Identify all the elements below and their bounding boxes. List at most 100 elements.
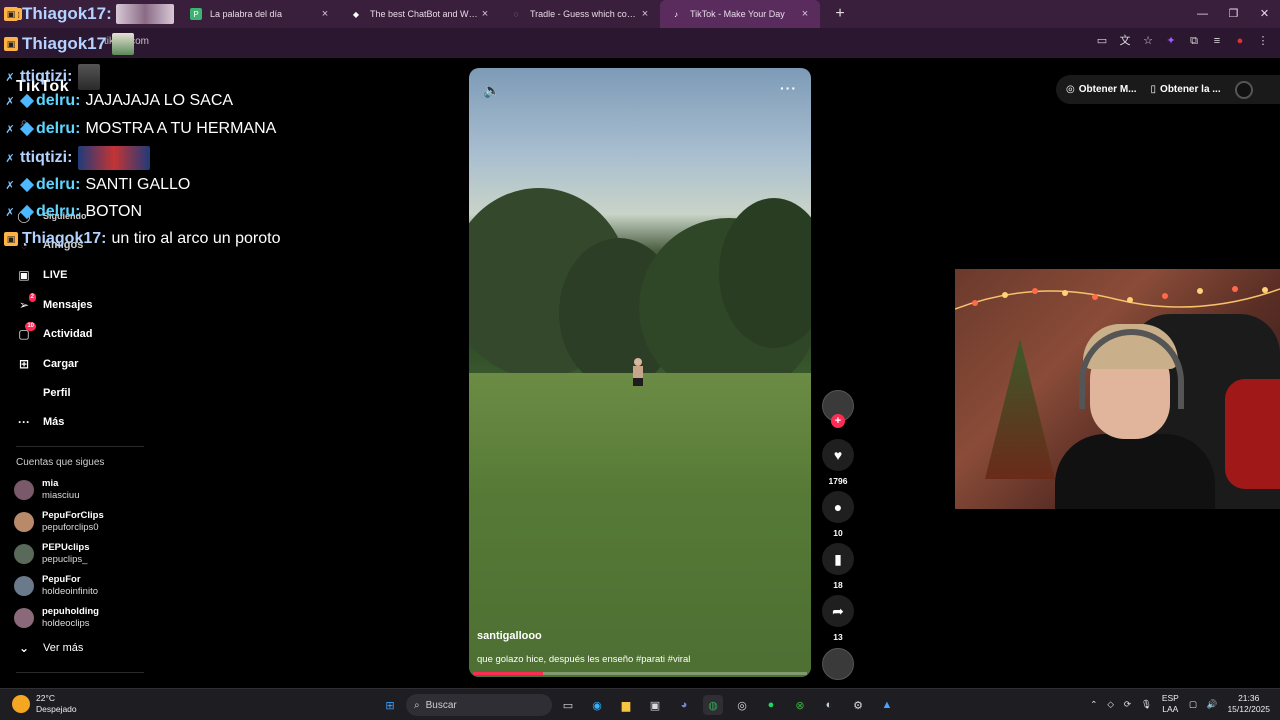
upload-icon: ⊞	[18, 357, 30, 371]
video-author[interactable]: santigallooo	[477, 630, 542, 642]
close-icon[interactable]: ×	[318, 8, 332, 20]
profile-icon	[16, 385, 32, 401]
divider	[16, 446, 144, 447]
sword-badge-icon: ✗	[5, 206, 15, 219]
translate-icon[interactable]: 文	[1118, 34, 1132, 48]
extension-purple-icon[interactable]: ✦	[1164, 34, 1178, 48]
language-indicator[interactable]: ESP LAA	[1162, 693, 1179, 715]
nav-item-cargar[interactable]: ⊞ Cargar	[16, 356, 79, 372]
store-icon[interactable]: ▣	[645, 695, 665, 715]
sword-badge-icon: ✗	[5, 123, 15, 136]
webcam-overlay	[955, 269, 1280, 509]
p-icon: P	[190, 8, 202, 20]
nav-item-live[interactable]: ▣ LIVE	[16, 267, 67, 283]
chrome-icon[interactable]: ◍	[703, 695, 723, 715]
chat-message: ✗ delru: SANTI GALLO	[5, 176, 191, 193]
emote-image	[115, 4, 174, 24]
share-button[interactable]: ➦	[822, 595, 854, 627]
browser-tab-strip: ▣ × P La palabra del día × ◆ The best Ch…	[0, 0, 1280, 28]
folder-icon[interactable]: ▆	[616, 695, 636, 715]
emote-image	[112, 33, 135, 55]
windows-start-icon[interactable]: ⊞	[380, 695, 400, 715]
nav-item-mensajes[interactable]: ➢ 2 Mensajes	[16, 293, 93, 313]
gem-badge-icon	[19, 204, 35, 220]
follow-plus-icon[interactable]: +	[831, 414, 845, 428]
volume-icon[interactable]: 🔊	[1207, 699, 1218, 710]
chat-message: ✗ ttiqtizi:	[4, 146, 151, 170]
see-more-button[interactable]: ⌄ Ver más	[16, 640, 83, 656]
bookmark-icon: ▮	[834, 550, 842, 567]
weather-widget[interactable]: 22°C Despejado	[12, 693, 77, 715]
nav-item-mas[interactable]: ··· Más	[16, 414, 64, 430]
profile-avatar-icon[interactable]: ●	[1233, 34, 1247, 48]
nav-item-perfil[interactable]: Perfil	[16, 385, 71, 401]
media-icon[interactable]: ≡	[1210, 34, 1224, 48]
obs-icon[interactable]: ◎	[732, 695, 752, 715]
video-player[interactable]: 🔈 ··· santigallooo que golazo hice, desp…	[469, 68, 811, 677]
nav-item-actividad[interactable]: ▢ 10 Actividad	[16, 322, 93, 342]
like-button[interactable]: ♥	[822, 439, 854, 471]
chevron-up-icon[interactable]: ⌃	[1090, 699, 1097, 710]
discord-icon[interactable]: ◕	[674, 695, 694, 715]
settings-icon[interactable]: ⚙	[848, 695, 868, 715]
chatbot-icon: ◆	[352, 9, 360, 19]
volume-icon[interactable]: 🔈	[483, 82, 500, 99]
sword-badge-icon: ✗	[5, 179, 15, 192]
following-account[interactable]: PepuFor holdeoinfinito	[14, 574, 98, 598]
messages-icon: ➢ 2	[18, 293, 36, 312]
close-icon[interactable]: ×	[798, 8, 812, 20]
user-avatar[interactable]	[1234, 80, 1253, 99]
toolbar-icons: ▭ 文 ☆ ✦ ⧉ ≡ ● ⋮	[1095, 34, 1270, 48]
app-blue-icon[interactable]: ▲	[877, 695, 897, 715]
network-icon[interactable]: ▢	[1189, 699, 1197, 710]
tray-app-icon[interactable]: ◇	[1107, 699, 1114, 710]
menu-icon[interactable]: ⋮	[1256, 34, 1270, 48]
minimize-icon[interactable]: —	[1187, 0, 1218, 28]
close-window-icon[interactable]: ✕	[1249, 0, 1280, 28]
following-account[interactable]: PepuForClips pepuforclips0	[14, 510, 104, 534]
microphone-icon[interactable]: 🎙	[1141, 699, 1152, 710]
gem-badge-icon	[19, 177, 35, 193]
chair-accent	[1225, 379, 1280, 489]
tab-palabra[interactable]: P La palabra del día ×	[180, 0, 340, 28]
share-count: 13	[833, 632, 843, 642]
edge-icon[interactable]: ◉	[587, 695, 607, 715]
following-account[interactable]: pepuholding holdeoclips	[14, 606, 99, 630]
new-tab-button[interactable]: +	[828, 5, 852, 23]
chevron-down-icon: ⌄	[18, 641, 30, 655]
maximize-icon[interactable]: ❐	[1218, 0, 1249, 28]
avatar	[14, 480, 34, 500]
sword-badge-icon: ✗	[5, 152, 15, 165]
following-account[interactable]: PEPUclips pepuclips_	[14, 542, 90, 566]
close-icon[interactable]: ×	[478, 8, 492, 20]
task-view-icon[interactable]: ▭	[558, 695, 578, 715]
extensions-icon[interactable]: ⧉	[1187, 34, 1201, 48]
music-avatar[interactable]	[822, 648, 854, 680]
activity-icon: ▢ 10	[18, 322, 36, 341]
xbox-icon[interactable]: ⊗	[790, 695, 810, 715]
tab-tradle[interactable]: ◌ Tradle - Guess which country ex ×	[500, 0, 660, 28]
close-icon[interactable]: ×	[638, 8, 652, 20]
following-account[interactable]: mia miasciuu	[14, 478, 80, 502]
comment-button[interactable]: ●	[822, 491, 854, 523]
get-desktop-button[interactable]: ▯ Obtener la ...	[1151, 84, 1221, 95]
comment-icon: ●	[833, 499, 843, 515]
video-progress-bar[interactable]	[473, 672, 807, 675]
app-icon: ◎	[1066, 84, 1075, 95]
twitch-badge-icon: ▣	[4, 232, 18, 246]
more-options-icon[interactable]: ···	[780, 80, 797, 96]
spotify-icon[interactable]: ●	[761, 695, 781, 715]
star-icon[interactable]: ☆	[1141, 34, 1155, 48]
avatar	[14, 608, 34, 628]
save-button[interactable]: ▮	[822, 543, 854, 575]
taskbar-search[interactable]: ⌕ Buscar	[406, 694, 552, 716]
tray-sync-icon[interactable]: ⟳	[1124, 699, 1131, 710]
tab-title: La palabra del día	[210, 9, 283, 19]
cast-icon[interactable]: ▭	[1095, 34, 1109, 48]
tab-tiktok[interactable]: ♪ TikTok - Make Your Day ×	[660, 0, 820, 28]
steam-icon[interactable]: ◐	[819, 695, 839, 715]
get-app-button[interactable]: ◎ Obtener M...	[1066, 84, 1137, 95]
tab-chatbot[interactable]: ◆ The best ChatBot and Widgets ×	[340, 0, 500, 28]
clock[interactable]: 21:36 15/12/2025	[1227, 693, 1270, 715]
messages-badge: 2	[28, 293, 36, 302]
